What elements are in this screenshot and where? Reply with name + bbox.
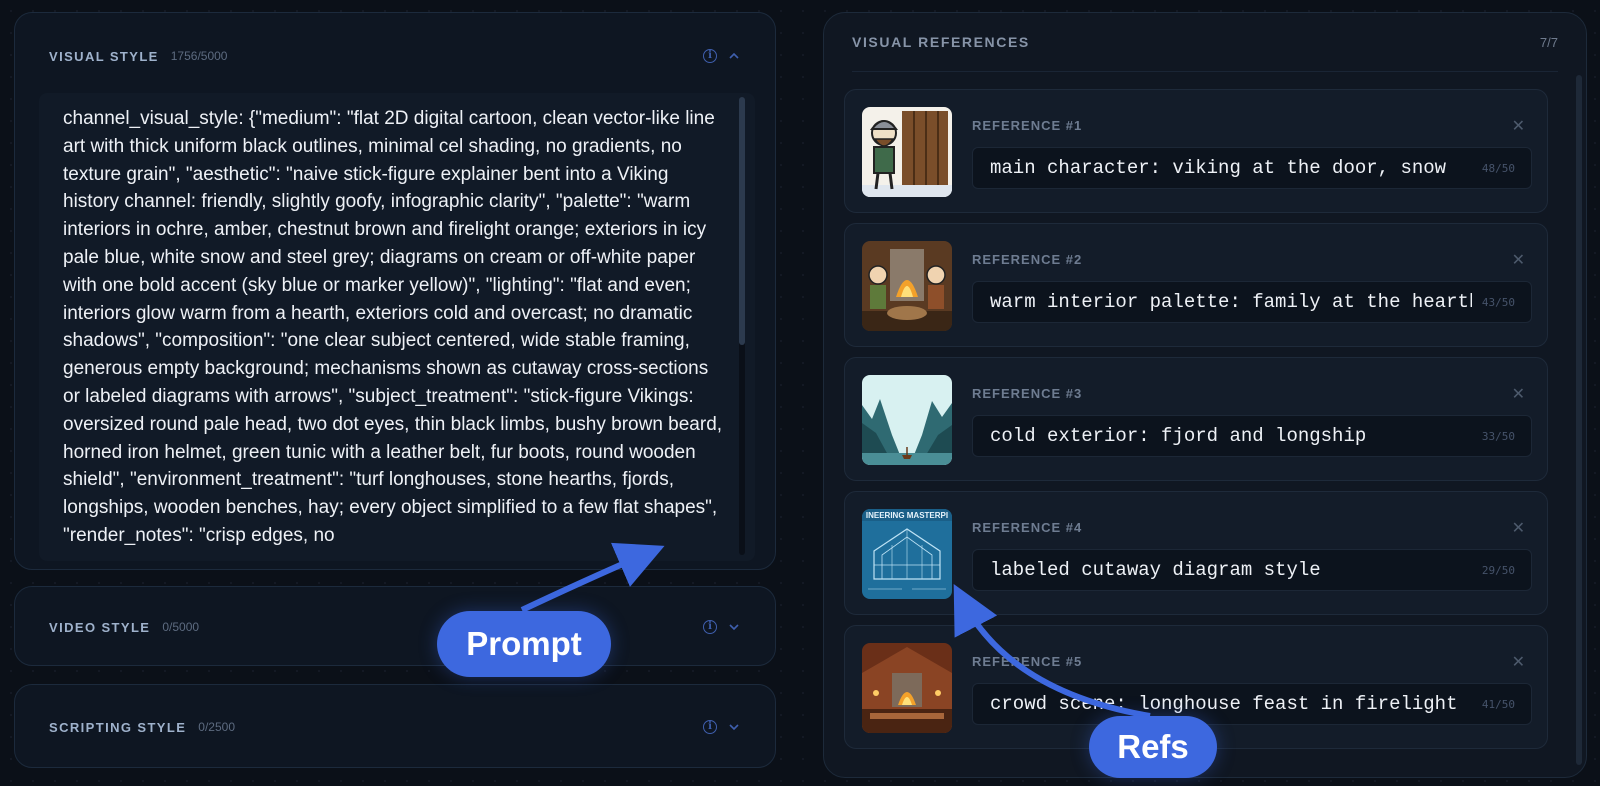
reference-char-count: 29/50 (1481, 563, 1515, 577)
reference-card: INEERING MASTERPI REFERENCE #4 ✕ labeled… (844, 491, 1548, 615)
section-title: VISUAL STYLE (49, 48, 159, 64)
close-icon[interactable]: ✕ (1512, 116, 1525, 136)
reference-description-input[interactable]: cold exterior: fjord and longship 33/50 (972, 415, 1532, 457)
visual-references-panel: VISUAL REFERENCES 7/7 REFERENCE #1 ✕ mai… (823, 12, 1587, 778)
video-style-header[interactable]: VIDEO STYLE 0/5000 i (49, 587, 741, 667)
textarea-scrollbar[interactable] (739, 97, 745, 555)
blueprint-diagram-thumbnail[interactable]: INEERING MASTERPI (862, 509, 952, 599)
reference-description-input[interactable]: warm interior palette: family at the hea… (972, 281, 1532, 323)
close-icon[interactable]: ✕ (1512, 652, 1525, 672)
reference-text: labeled cutaway diagram style (990, 559, 1321, 581)
reference-text: main character: viking at the door, snow (990, 157, 1447, 179)
close-icon[interactable]: ✕ (1512, 250, 1525, 270)
viking-door-thumbnail[interactable] (862, 107, 952, 197)
refs-callout: Refs (1089, 716, 1217, 778)
reference-label: REFERENCE #1 (972, 118, 1083, 133)
close-icon[interactable]: ✕ (1512, 518, 1525, 538)
visual-references-header: VISUAL REFERENCES 7/7 (852, 13, 1558, 72)
character-count: 0/2500 (198, 720, 235, 734)
reference-label: REFERENCE #2 (972, 252, 1083, 267)
reference-description-input[interactable]: main character: viking at the door, snow… (972, 147, 1532, 189)
reference-card: REFERENCE #1 ✕ main character: viking at… (844, 89, 1548, 213)
reference-char-count: 41/50 (1481, 697, 1515, 711)
scripting-style-header[interactable]: SCRIPTING STYLE 0/2500 i (49, 685, 741, 769)
character-count: 0/5000 (162, 620, 200, 634)
reference-char-count: 33/50 (1481, 429, 1515, 443)
reference-label: REFERENCE #4 (972, 520, 1083, 535)
fjord-longship-thumbnail[interactable] (862, 375, 952, 465)
scripting-style-panel[interactable]: SCRIPTING STYLE 0/2500 i (14, 684, 776, 768)
longhouse-feast-thumbnail[interactable] (862, 643, 952, 733)
references-scrollbar[interactable] (1576, 75, 1582, 765)
scrollbar-thumb[interactable] (739, 97, 745, 345)
prompt-callout: Prompt (437, 611, 611, 677)
info-icon[interactable]: i (703, 49, 717, 63)
visual-style-panel: VISUAL STYLE 1756/5000 i channel_visual_… (14, 12, 776, 570)
thumb-caption: INEERING MASTERPI (866, 511, 948, 520)
reference-description-input[interactable]: crowd scene: longhouse feast in fireligh… (972, 683, 1532, 725)
close-icon[interactable]: ✕ (1512, 384, 1525, 404)
reference-card: REFERENCE #2 ✕ warm interior palette: fa… (844, 223, 1548, 347)
chevron-down-icon[interactable] (727, 720, 741, 734)
reference-label: REFERENCE #3 (972, 386, 1083, 401)
reference-count: 7/7 (1539, 34, 1558, 50)
reference-card: REFERENCE #3 ✕ cold exterior: fjord and … (844, 357, 1548, 481)
reference-char-count: 48/50 (1481, 161, 1515, 175)
reference-text: warm interior palette: family at the hea… (990, 291, 1472, 313)
reference-label: REFERENCE #5 (972, 654, 1083, 669)
family-hearth-thumbnail[interactable] (862, 241, 952, 331)
visual-style-header[interactable]: VISUAL STYLE 1756/5000 i (49, 13, 741, 99)
reference-char-count: 43/50 (1481, 295, 1515, 309)
visual-style-text: channel_visual_style: {"medium": "flat 2… (63, 108, 723, 546)
reference-text: cold exterior: fjord and longship (990, 425, 1367, 447)
section-title: VIDEO STYLE (49, 619, 151, 635)
info-icon[interactable]: i (703, 620, 717, 634)
visual-style-textarea[interactable]: channel_visual_style: {"medium": "flat 2… (39, 93, 755, 561)
info-icon[interactable]: i (703, 720, 717, 734)
section-title: SCRIPTING STYLE (49, 719, 187, 735)
reference-text: crowd scene: longhouse feast in fireligh… (990, 693, 1458, 715)
chevron-up-icon[interactable] (727, 49, 741, 63)
scrollbar-thumb[interactable] (1576, 75, 1582, 765)
character-count: 1756/5000 (170, 49, 228, 63)
chevron-down-icon[interactable] (727, 620, 741, 634)
panel-title: VISUAL REFERENCES (852, 34, 1030, 50)
reference-description-input[interactable]: labeled cutaway diagram style 29/50 (972, 549, 1532, 591)
video-style-panel[interactable]: VIDEO STYLE 0/5000 i (14, 586, 776, 666)
